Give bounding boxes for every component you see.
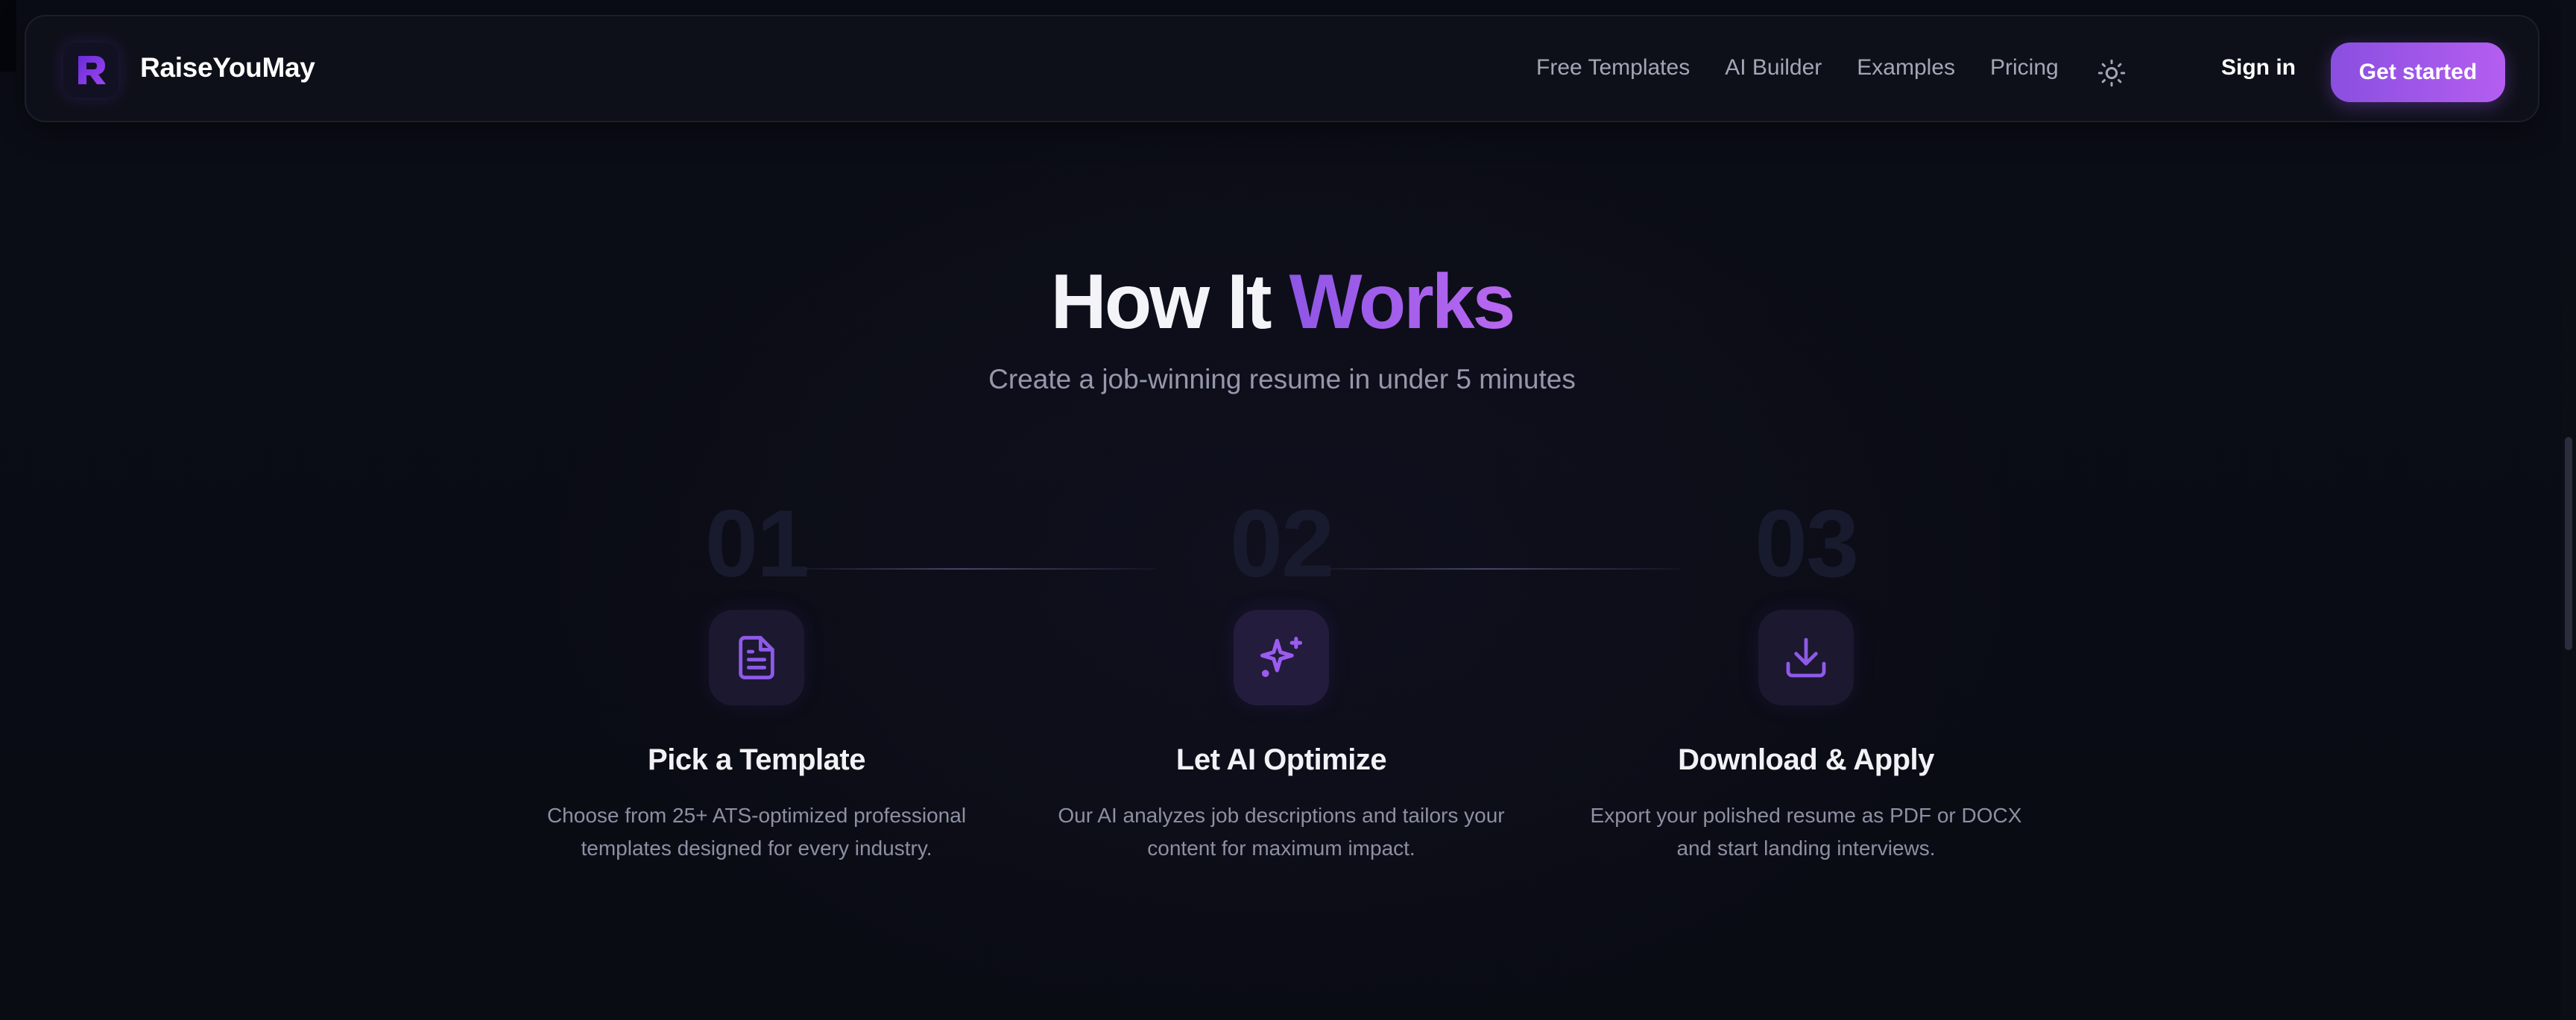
sparkles-icon <box>1260 636 1303 678</box>
step-description-3: Export your polished resume as PDF or DO… <box>1560 799 2052 865</box>
sign-in-link[interactable]: Sign in <box>2221 55 2296 81</box>
nav-link-free-templates[interactable]: Free Templates <box>1536 55 1690 81</box>
sun-icon <box>2097 59 2126 87</box>
step-icon-box-2 <box>1234 610 1329 705</box>
step-description-1: Choose from 25+ ATS-optimized profession… <box>511 799 1003 865</box>
step-title-2: Let AI Optimize <box>1175 743 1387 776</box>
section-title-accent: Works <box>1289 259 1515 345</box>
step-number-2: 02 <box>1229 491 1334 597</box>
step-connector-1 <box>805 568 1155 570</box>
nav-links: Free Templates AI Builder Examples Prici… <box>1536 55 2059 81</box>
step-description-2-line-2: content for maximum impact. <box>1147 837 1415 860</box>
step-title-3: Download & Apply <box>1678 743 1934 776</box>
get-started-button[interactable]: Get started <box>2331 42 2505 102</box>
nav-link-pricing[interactable]: Pricing <box>1990 55 2059 81</box>
step-number-1: 01 <box>704 491 809 597</box>
step-title-1: Pick a Template <box>648 743 865 776</box>
step-description-1-line-2: templates designed for every industry. <box>581 837 932 860</box>
scrollbar-thumb[interactable] <box>2565 437 2572 650</box>
step-description-3-line-2: and start landing interviews. <box>1676 837 1936 860</box>
step-description-3-line-1: Export your polished resume as PDF or DO… <box>1590 804 2022 827</box>
section-title: How It Works <box>0 257 2564 347</box>
brand-name[interactable]: RaiseYouMay <box>140 52 315 84</box>
step-description-2-line-1: Our AI analyzes job descriptions and tai… <box>1058 804 1505 827</box>
step-description-2: Our AI analyzes job descriptions and tai… <box>1035 799 1527 865</box>
top-navbar: RaiseYouMay Free Templates AI Builder Ex… <box>25 15 2539 122</box>
section-title-plain: How It <box>1050 259 1289 345</box>
logo-icon[interactable] <box>63 42 119 98</box>
window-edge <box>0 0 16 72</box>
section-subtitle: Create a job-winning resume in under 5 m… <box>988 364 1576 394</box>
theme-toggle-button[interactable] <box>2094 55 2130 91</box>
step-icon-box-3 <box>1758 610 1854 705</box>
step-connector-2 <box>1330 568 1680 570</box>
step-icon-box-1 <box>709 610 804 705</box>
step-description-1-line-1: Choose from 25+ ATS-optimized profession… <box>546 804 967 827</box>
nav-link-examples[interactable]: Examples <box>1857 55 1955 81</box>
document-icon <box>739 635 774 680</box>
download-icon <box>1786 638 1826 678</box>
step-number-3: 03 <box>1754 491 1859 597</box>
nav-link-ai-builder[interactable]: AI Builder <box>1725 55 1822 81</box>
